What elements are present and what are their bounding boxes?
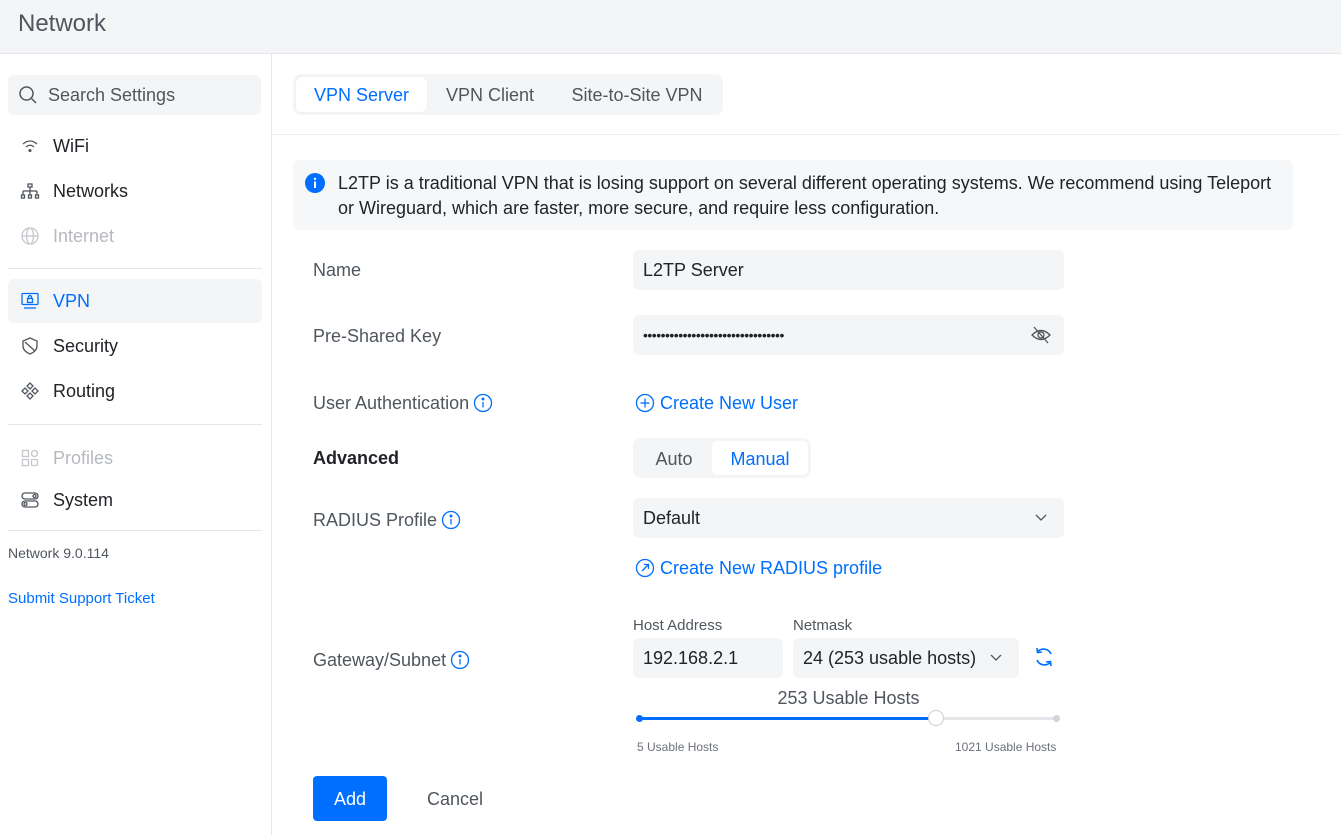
system-icon	[21, 492, 39, 508]
pre-shared-key-value: ••••••••••••••••••••••••••••••••	[643, 327, 784, 343]
slider-start-dot	[636, 715, 643, 722]
network-tree-icon	[20, 183, 40, 199]
sidebar-item-label: VPN	[53, 291, 91, 311]
vpn-tabs: VPN Server VPN Client Site-to-Site VPN	[293, 74, 723, 115]
submit-support-ticket-link[interactable]: Submit Support Ticket	[8, 590, 155, 607]
chevron-down-icon	[1035, 514, 1047, 521]
create-new-radius-text: Create New RADIUS profile	[660, 558, 883, 578]
netmask-value: 24 (253 usable hosts)	[803, 648, 977, 668]
slider-fill	[639, 717, 936, 720]
search-placeholder: Search Settings	[48, 85, 176, 105]
notice-text: L2TP is a traditional VPN that is losing…	[338, 173, 1272, 218]
content-divider	[273, 134, 1341, 135]
name-value: L2TP Server	[643, 260, 744, 280]
slider-thumb[interactable]	[927, 710, 944, 726]
usable-hosts-slider[interactable]	[639, 717, 1057, 720]
wifi-icon	[22, 140, 38, 153]
pre-shared-key-input[interactable]: ••••••••••••••••••••••••••••••••	[633, 315, 1064, 355]
create-new-user-text: Create New User	[660, 393, 799, 413]
slider-min-label: 5 Usable Hosts	[637, 740, 719, 754]
l2tp-notice: L2TP is a traditional VPN that is losing…	[293, 160, 1293, 230]
sidebar-item-routing[interactable]: Routing	[8, 369, 262, 413]
radius-profile-value: Default	[643, 508, 701, 528]
host-address-input[interactable]: 192.168.2.1	[633, 638, 783, 678]
sidebar-item-system[interactable]: System	[8, 478, 262, 522]
radius-profile-text: RADIUS Profile	[313, 510, 438, 530]
search-icon	[19, 86, 37, 104]
sidebar-item-label: Security	[53, 336, 119, 356]
sidebar-divider	[8, 424, 262, 425]
top-bar: Network	[0, 0, 1341, 54]
sidebar: Search Settings WiFi Networks Internet V…	[0, 54, 272, 835]
sidebar-item-vpn[interactable]: VPN	[8, 279, 262, 323]
pre-shared-key-label: Pre-Shared Key	[313, 326, 442, 346]
add-button[interactable]: Add	[313, 776, 387, 821]
user-authentication-text: User Authentication	[313, 393, 470, 413]
user-authentication-label: User Authentication	[313, 393, 493, 414]
host-address-label: Host Address	[633, 617, 723, 634]
sidebar-divider	[8, 268, 262, 269]
tab-site-to-site-vpn[interactable]: Site-to-Site VPN	[555, 77, 719, 112]
advanced-label: Advanced	[313, 448, 400, 468]
info-icon	[305, 173, 325, 193]
info-circle-icon[interactable]	[450, 650, 470, 670]
info-circle-icon[interactable]	[441, 510, 461, 530]
advanced-option-manual[interactable]: Manual	[712, 441, 808, 475]
radius-profile-select[interactable]: Default	[633, 498, 1064, 538]
advanced-option-auto[interactable]: Auto	[636, 441, 712, 475]
gateway-subnet-label: Gateway/Subnet	[313, 650, 470, 671]
sidebar-item-internet: Internet	[8, 214, 262, 258]
tab-vpn-client[interactable]: VPN Client	[431, 77, 549, 112]
chevron-down-icon	[990, 654, 1002, 661]
usable-hosts-title: 253 Usable Hosts	[777, 688, 920, 708]
plus-circle-icon	[635, 393, 655, 413]
sidebar-item-profiles: Profiles	[8, 436, 262, 480]
host-address-value: 192.168.2.1	[643, 648, 739, 668]
advanced-toggle: Auto Manual	[633, 438, 811, 478]
search-input[interactable]: Search Settings	[8, 75, 261, 115]
cancel-button[interactable]: Cancel	[400, 776, 510, 821]
sidebar-item-networks[interactable]: Networks	[8, 169, 262, 213]
app-title: Network	[18, 10, 107, 37]
netmask-select[interactable]: 24 (253 usable hosts)	[793, 638, 1019, 678]
vpn-icon	[21, 292, 39, 309]
slider-end-dot	[1053, 715, 1060, 722]
routing-icon	[21, 382, 39, 400]
external-link-icon	[635, 558, 655, 578]
profiles-icon	[21, 449, 39, 467]
gateway-subnet-text: Gateway/Subnet	[313, 650, 447, 670]
name-label: Name	[313, 260, 362, 280]
refresh-icon[interactable]	[1032, 645, 1056, 669]
shield-icon	[22, 337, 38, 355]
create-new-radius-profile-link[interactable]: Create New RADIUS profile	[635, 558, 882, 579]
globe-icon	[21, 227, 39, 245]
sidebar-divider	[8, 530, 262, 531]
sidebar-item-label: Internet	[53, 226, 115, 246]
sidebar-item-label: Routing	[53, 381, 116, 401]
tab-vpn-server[interactable]: VPN Server	[296, 77, 427, 112]
sidebar-item-label: Networks	[53, 181, 129, 201]
sidebar-item-security[interactable]: Security	[8, 324, 262, 368]
sidebar-item-label: System	[53, 490, 114, 510]
version-text: Network 9.0.114	[8, 545, 109, 561]
radius-profile-label: RADIUS Profile	[313, 510, 461, 531]
sidebar-item-label: Profiles	[53, 448, 114, 468]
sidebar-item-label: WiFi	[53, 136, 89, 156]
create-new-user-link[interactable]: Create New User	[635, 393, 798, 414]
sidebar-item-wifi[interactable]: WiFi	[8, 124, 262, 168]
netmask-label: Netmask	[793, 617, 853, 634]
info-circle-icon[interactable]	[473, 393, 493, 413]
eye-slash-icon[interactable]	[1030, 325, 1052, 345]
slider-max-label: 1021 Usable Hosts	[955, 740, 1057, 754]
name-input[interactable]: L2TP Server	[633, 250, 1064, 290]
